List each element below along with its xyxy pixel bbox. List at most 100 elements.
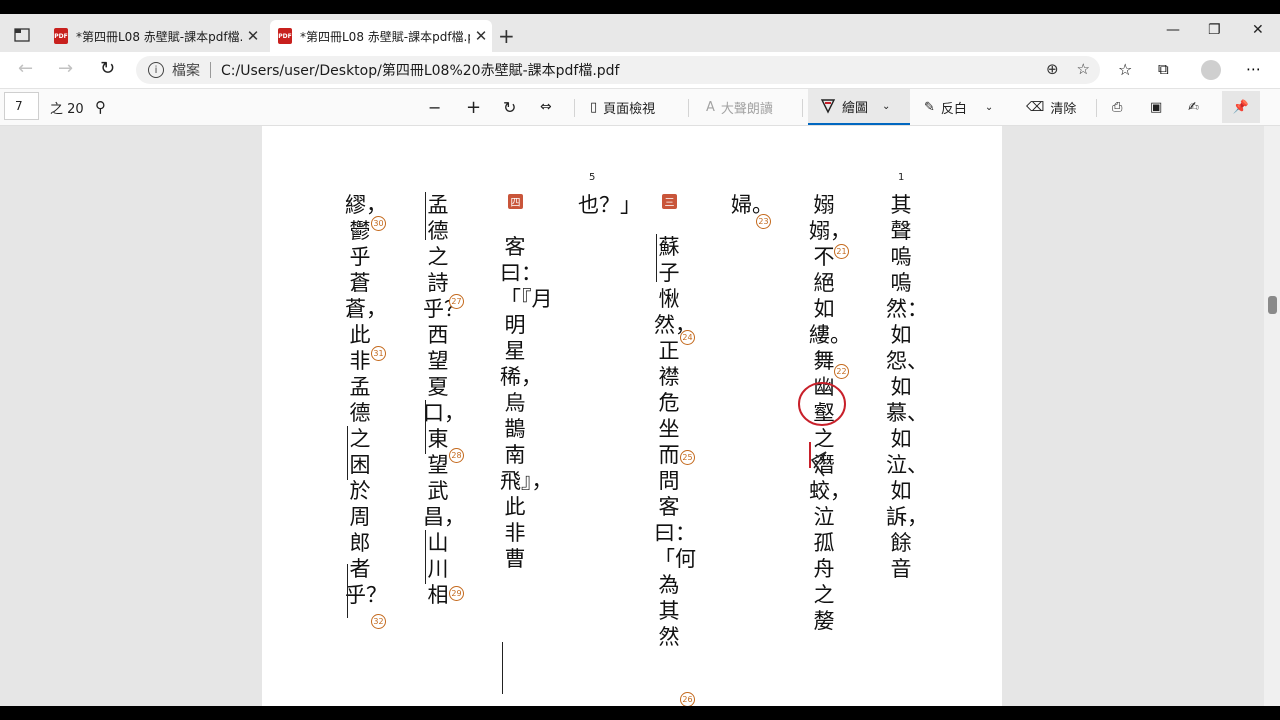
draw-label: 繪圖	[842, 100, 869, 116]
erase-button[interactable]: ⌫ 清除	[1026, 89, 1076, 125]
toolbar-divider	[688, 99, 689, 117]
page-view-label: 頁面檢視	[603, 101, 656, 117]
footnote-marker: 31	[371, 346, 386, 361]
name-underline	[425, 192, 427, 240]
profile-avatar[interactable]	[1201, 60, 1221, 80]
page-view-button[interactable]: ▯ 頁面檢視	[590, 89, 655, 125]
footnote-marker: 25	[680, 450, 695, 465]
highlight-button[interactable]: ✎ 反白 ⌄	[924, 89, 993, 125]
save-as-icon[interactable]: ✍	[1188, 89, 1199, 125]
erase-label: 清除	[1050, 101, 1077, 117]
address-actions: ⊕ ☆	[1046, 60, 1090, 78]
tab-document-1[interactable]: PDF *第四冊L08 赤壁賦-課本pdf檔.pdf ✕	[46, 20, 264, 52]
tab-close-button[interactable]: ✕	[470, 27, 492, 45]
favorite-add-icon[interactable]: ☆	[1077, 60, 1090, 78]
footnote-marker: 26	[680, 692, 695, 706]
text-column: 客曰：「『月明星稀，烏鵲南飛』，此非曹	[500, 235, 553, 571]
address-bar[interactable]: i 檔案 C:/Users/user/Desktop/第四冊L08%20赤壁賦-…	[136, 56, 1100, 84]
name-underline	[656, 234, 658, 282]
eraser-icon: ⌫	[1026, 99, 1045, 115]
text-column: 孟德之詩乎？西望夏口，東望武昌，山川相	[423, 193, 465, 607]
zoom-in-icon[interactable]: +	[466, 89, 481, 125]
text-column: 也？」	[578, 193, 641, 217]
footnote-marker: 23	[756, 214, 771, 229]
window-close-button[interactable]: ✕	[1252, 22, 1264, 38]
zoom-out-icon[interactable]: −	[428, 89, 441, 125]
toolbar-divider	[802, 99, 803, 117]
tab-title: *第四冊L08 赤壁賦-課本pdf檔.pdf	[300, 29, 470, 44]
ink-annotation	[798, 382, 846, 477]
back-button[interactable]: ←	[18, 58, 33, 79]
url-text: C:/Users/user/Desktop/第四冊L08%20赤壁賦-課本pdf…	[221, 63, 620, 79]
section-marker: 四	[508, 194, 523, 209]
section-marker: 三	[662, 194, 677, 209]
tab-actions-button[interactable]	[8, 23, 36, 47]
search-icon[interactable]: ⚲	[95, 89, 106, 125]
footnote-marker: 27	[449, 294, 464, 309]
footnote-marker: 21	[834, 244, 849, 259]
info-icon: i	[148, 62, 164, 78]
scrollbar-thumb[interactable]	[1268, 296, 1277, 314]
text-column: 繆，鬱乎蒼蒼，此非孟德之困於周郎者乎？	[345, 193, 387, 607]
tab-document-2[interactable]: PDF *第四冊L08 赤壁賦-課本pdf檔.pdf ✕	[270, 20, 492, 52]
line-number: 1	[898, 172, 905, 183]
page-total-text: 之 20	[50, 101, 84, 117]
tab-close-button[interactable]: ✕	[242, 27, 264, 45]
fit-width-icon[interactable]: ⇔	[540, 89, 552, 125]
line-number: 5	[589, 172, 596, 183]
pdf-toolbar: 7 之 20 ⚲ − + ↻ ⇔ ▯ 頁面檢視 A 大聲朗讀 繪圖 ⌄ ✎ 反白…	[0, 89, 1280, 126]
forward-button[interactable]: →	[58, 58, 73, 79]
chevron-down-icon[interactable]: ⌄	[985, 102, 993, 113]
name-underline	[347, 426, 349, 480]
pin-toolbar-button[interactable]: 📌	[1222, 91, 1260, 123]
text-column: 婦。	[731, 193, 773, 217]
draw-button[interactable]: 繪圖 ⌄	[808, 89, 910, 125]
chevron-down-icon[interactable]: ⌄	[882, 101, 890, 112]
vertical-scrollbar[interactable]	[1264, 126, 1280, 706]
footnote-marker: 28	[449, 448, 464, 463]
read-aloud-icon: A	[706, 99, 715, 115]
address-row: ← → ↻ i 檔案 C:/Users/user/Desktop/第四冊L08%…	[0, 52, 1280, 89]
page-current-value: 7	[15, 99, 23, 113]
pin-icon: 📌	[1232, 99, 1250, 115]
pdf-file-icon: PDF	[54, 28, 68, 44]
footnote-marker: 29	[449, 586, 464, 601]
highlight-label: 反白	[940, 101, 967, 117]
tab-actions-icon	[14, 28, 30, 42]
text-column: 蘇子愀然，正襟危坐而問客曰：「何為其然	[654, 235, 696, 649]
address-divider	[210, 62, 211, 78]
more-menu-icon[interactable]: ⋯	[1246, 60, 1261, 78]
name-underline	[425, 400, 427, 454]
refresh-button[interactable]: ↻	[100, 58, 115, 79]
print-icon[interactable]: ⎙	[1112, 89, 1122, 125]
new-tab-button[interactable]: +	[498, 26, 515, 46]
read-aloud-label: 大聲朗讀	[720, 101, 773, 117]
footnote-marker: 32	[371, 614, 386, 629]
highlighter-icon: ✎	[924, 99, 935, 115]
restore-button[interactable]: ❐	[1208, 22, 1221, 38]
zoom-icon[interactable]: ⊕	[1046, 60, 1059, 78]
rotate-icon[interactable]: ↻	[503, 89, 516, 125]
name-underline	[502, 642, 504, 694]
pdf-page: 1 5 其聲嗚嗚然：如怨、如慕、如泣、如訴，餘音 嫋嫋，不絕如縷。舞幽壑之潛蛟，…	[262, 126, 1002, 706]
minimize-button[interactable]: —	[1166, 22, 1180, 38]
read-aloud-button[interactable]: A 大聲朗讀	[706, 89, 773, 125]
name-underline	[425, 530, 427, 584]
save-icon[interactable]: ▣	[1150, 89, 1162, 125]
toolbar-divider	[1096, 99, 1097, 117]
site-label: 檔案	[172, 63, 200, 79]
toolbar-divider	[574, 99, 575, 117]
tab-bar: PDF *第四冊L08 赤壁賦-課本pdf檔.pdf ✕ PDF *第四冊L08…	[0, 14, 1280, 52]
page-number-input[interactable]: 7	[4, 92, 39, 120]
favorites-icon[interactable]: ☆	[1118, 60, 1132, 79]
draw-pen-icon	[820, 99, 836, 114]
footnote-marker: 24	[680, 330, 695, 345]
text-column: 其聲嗚嗚然：如怨、如慕、如泣、如訴，餘音	[886, 193, 928, 581]
tab-title: *第四冊L08 赤壁賦-課本pdf檔.pdf	[76, 29, 242, 44]
browser-window: PDF *第四冊L08 赤壁賦-課本pdf檔.pdf ✕ PDF *第四冊L08…	[0, 14, 1280, 706]
footnote-marker: 30	[371, 216, 386, 231]
collections-icon[interactable]: ⧉	[1158, 60, 1169, 78]
page-view-icon: ▯	[590, 99, 598, 115]
name-underline	[347, 564, 349, 618]
pdf-viewport[interactable]: 1 5 其聲嗚嗚然：如怨、如慕、如泣、如訴，餘音 嫋嫋，不絕如縷。舞幽壑之潛蛟，…	[0, 126, 1280, 706]
